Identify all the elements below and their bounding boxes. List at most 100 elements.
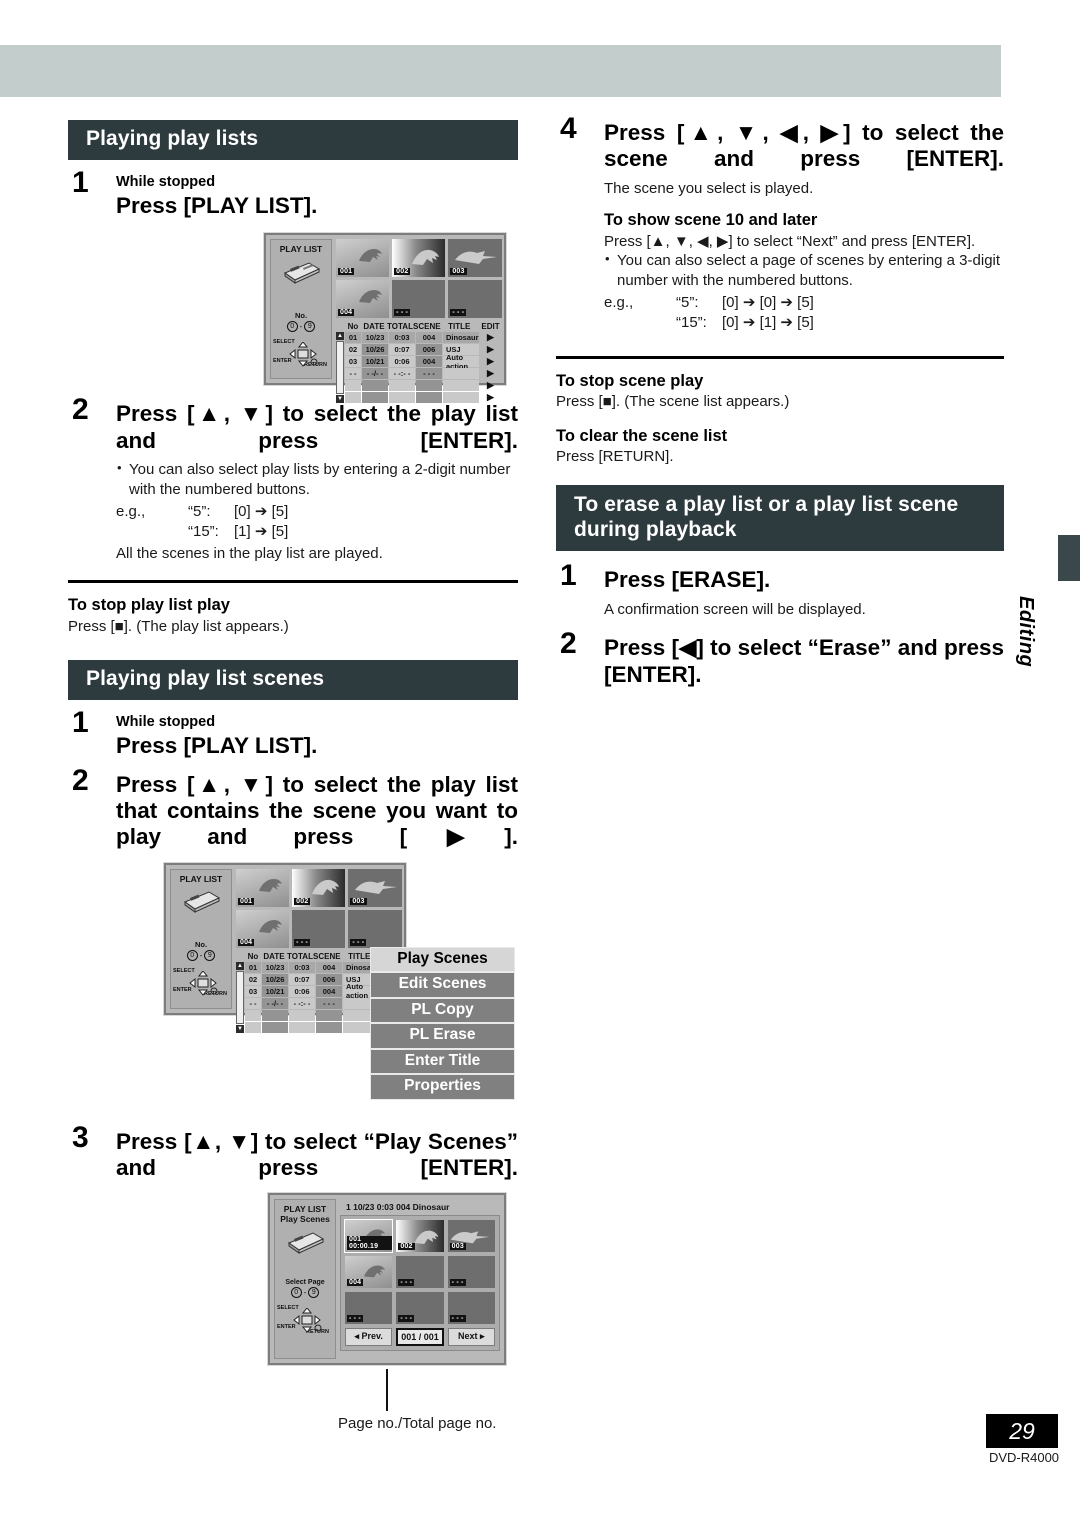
cell-total (289, 1009, 315, 1021)
number-range: 0 - 9 (290, 1286, 320, 1298)
col-date: DATE (363, 322, 385, 332)
thumbnail[interactable]: - - - (345, 1292, 393, 1325)
cell-scene: - - - (416, 368, 442, 380)
thumbnail[interactable]: 003 (447, 1220, 495, 1253)
tv-side-title: PLAY LIST (179, 873, 223, 884)
thumbnail-tag: - - - (398, 1315, 415, 1323)
right-column: 4 Press [▲, ▼, ◀, ▶] to select the scene… (556, 114, 1004, 688)
cell-total: 0:06 (289, 985, 315, 997)
tv-side-title-2: Play Scenes (280, 1213, 330, 1224)
thumbnail[interactable]: 002 (396, 1220, 444, 1253)
table-body: ▲ ▼ 01 10/23 0:03 004 Dinosaur ▶ 02 (336, 332, 502, 404)
thumbnail[interactable]: - - - (396, 1292, 444, 1325)
thumbnail-tag: 001 00:00.19 (347, 1236, 393, 1251)
cell-date: 10/21 (262, 985, 288, 997)
eg-label-spacer (604, 313, 676, 333)
cell-title: Dinosaur (443, 332, 479, 344)
step-bullet: You can also select a page of scenes by … (604, 250, 1004, 291)
menu-item-pl-copy[interactable]: PL Copy (370, 997, 515, 1024)
eg-label-spacer (116, 522, 188, 542)
menu-item-properties[interactable]: Properties (370, 1074, 515, 1101)
scene-screen-header: 1 10/23 0:03 004 Dinosaur (346, 1202, 450, 1213)
cell-date (362, 380, 388, 392)
col-no: No (247, 951, 259, 961)
pager-controls: ◂ Prev. 001 / 001 Next ▸ (345, 1328, 495, 1347)
thumbnail[interactable]: 004 (345, 1256, 393, 1289)
step-bullet: You can also select play lists by enteri… (116, 459, 518, 500)
col-date: DATE (263, 951, 285, 961)
cell-scene (316, 1009, 342, 1021)
tv-side-panel: PLAY LIST No. 0 - 9 SELECT ENTER RETURN (270, 239, 332, 380)
thumbnail-tag: 003 (450, 268, 467, 276)
eg-keys: [1] ➔ [5] (234, 523, 289, 541)
tv-main-panel: 001 002 003 004 - - - - - - No DATE TOTA… (332, 239, 502, 404)
menu-item-play-scenes[interactable]: Play Scenes (370, 946, 515, 973)
table-row[interactable]: ▶ (336, 380, 502, 392)
thumbnail-tag: 004 (238, 938, 255, 946)
cell-scene: 004 (316, 961, 342, 973)
edit-arrow-icon[interactable]: ▶ (480, 356, 502, 367)
thumbnail-selected[interactable]: 001 00:00.19 (343, 1219, 394, 1254)
table-row[interactable]: 01 10/23 0:03 004 Dinosaur ▶ (336, 332, 502, 344)
next-page-button[interactable]: Next ▸ (447, 1328, 495, 1347)
to-show-scene-10: To show scene 10 and later Press [▲, ▼, … (604, 210, 1004, 334)
cell-date: 10/26 (362, 344, 388, 356)
thumbnail-tag: - - - (394, 309, 411, 317)
step-instruction: Press [PLAY LIST]. (116, 733, 318, 759)
eg-keys: [0] ➔ [1] ➔ [5] (722, 314, 814, 332)
thumbnail: - - - (292, 909, 346, 948)
thumbnail[interactable]: - - - (396, 1256, 444, 1289)
step-4-select-scene: 4 Press [▲, ▼, ◀, ▶] to select the scene… (556, 114, 1004, 334)
step-note: A confirmation screen will be displayed. (604, 600, 866, 618)
cell-no: 01 (345, 332, 361, 344)
thumbnail[interactable]: - - - (447, 1256, 495, 1289)
step-number: 4 (560, 112, 577, 145)
scene-screen-body: 001 00:00.19 002 003 004 - - - - - - - -… (340, 1215, 500, 1352)
cell-date (262, 1021, 288, 1033)
cell-date: - -/- - (362, 368, 388, 380)
page-top-band (0, 45, 1001, 97)
table-row[interactable]: - - - -/- - - -:- - - - - ▶ (336, 368, 502, 380)
tv-screen: PLAY LIST Play Scenes Select Page 0 - 9 (267, 1192, 507, 1367)
step-number: 3 (72, 1120, 89, 1154)
table-row[interactable]: 03 10/21 0:06 004 Auto action ▶ (336, 353, 502, 371)
edit-arrow-icon[interactable]: ▶ (480, 380, 502, 391)
thumbnail-tag: - - - (449, 1315, 466, 1323)
caption-leader-line (386, 1369, 388, 1412)
menu-item-pl-erase[interactable]: PL Erase (370, 1023, 515, 1049)
col-scene: SCENE (313, 951, 341, 961)
range-from: 0 (286, 321, 298, 333)
cell-total (289, 1021, 315, 1033)
step-precondition: While stopped (116, 713, 216, 730)
prev-page-button[interactable]: ◂ Prev. (345, 1328, 393, 1347)
thumbnail: 003 (448, 239, 502, 278)
sub-heading: To show scene 10 and later (604, 211, 818, 230)
tv-side-panel: PLAY LIST No. 0 - 9 SELECT ENTER RETURN (170, 868, 232, 1009)
step-number: 1 (72, 705, 89, 739)
thumbnail-tag: 003 (449, 1243, 466, 1251)
thumbnail[interactable]: - - - (447, 1292, 495, 1325)
col-title: TITLE (448, 322, 471, 332)
step-number: 2 (560, 627, 577, 661)
menu-item-enter-title[interactable]: Enter Title (370, 1048, 515, 1075)
cell-total: - -:- - (389, 368, 415, 380)
thumbnail: 001 (336, 239, 390, 278)
context-menu: Play Scenes Edit Scenes PL Copy PL Erase… (370, 946, 515, 1101)
thumbnail: 001 (236, 868, 290, 907)
cell-no: - - (345, 368, 361, 380)
edit-arrow-icon[interactable]: ▶ (480, 344, 502, 355)
divider (556, 355, 1004, 359)
step-note: The scene you select is played. (604, 179, 814, 197)
edit-arrow-icon[interactable]: ▶ (480, 368, 502, 379)
edit-arrow-icon[interactable]: ▶ (480, 332, 502, 343)
cell-total: 0:07 (289, 973, 315, 985)
sub-heading: To stop scene play (556, 371, 704, 390)
col-scene: SCENE (413, 322, 441, 332)
cell-no: 03 (345, 356, 361, 368)
cell-no (345, 380, 361, 392)
step-precondition: While stopped (116, 173, 216, 190)
play-list-table: No DATE TOTAL SCENE TITLE EDIT ▲ ▼ 01 1 (336, 322, 502, 404)
eg-quoted: “5”: (676, 293, 699, 311)
sub-heading: To clear the scene list (556, 426, 728, 445)
menu-item-edit-scenes[interactable]: Edit Scenes (370, 972, 515, 998)
